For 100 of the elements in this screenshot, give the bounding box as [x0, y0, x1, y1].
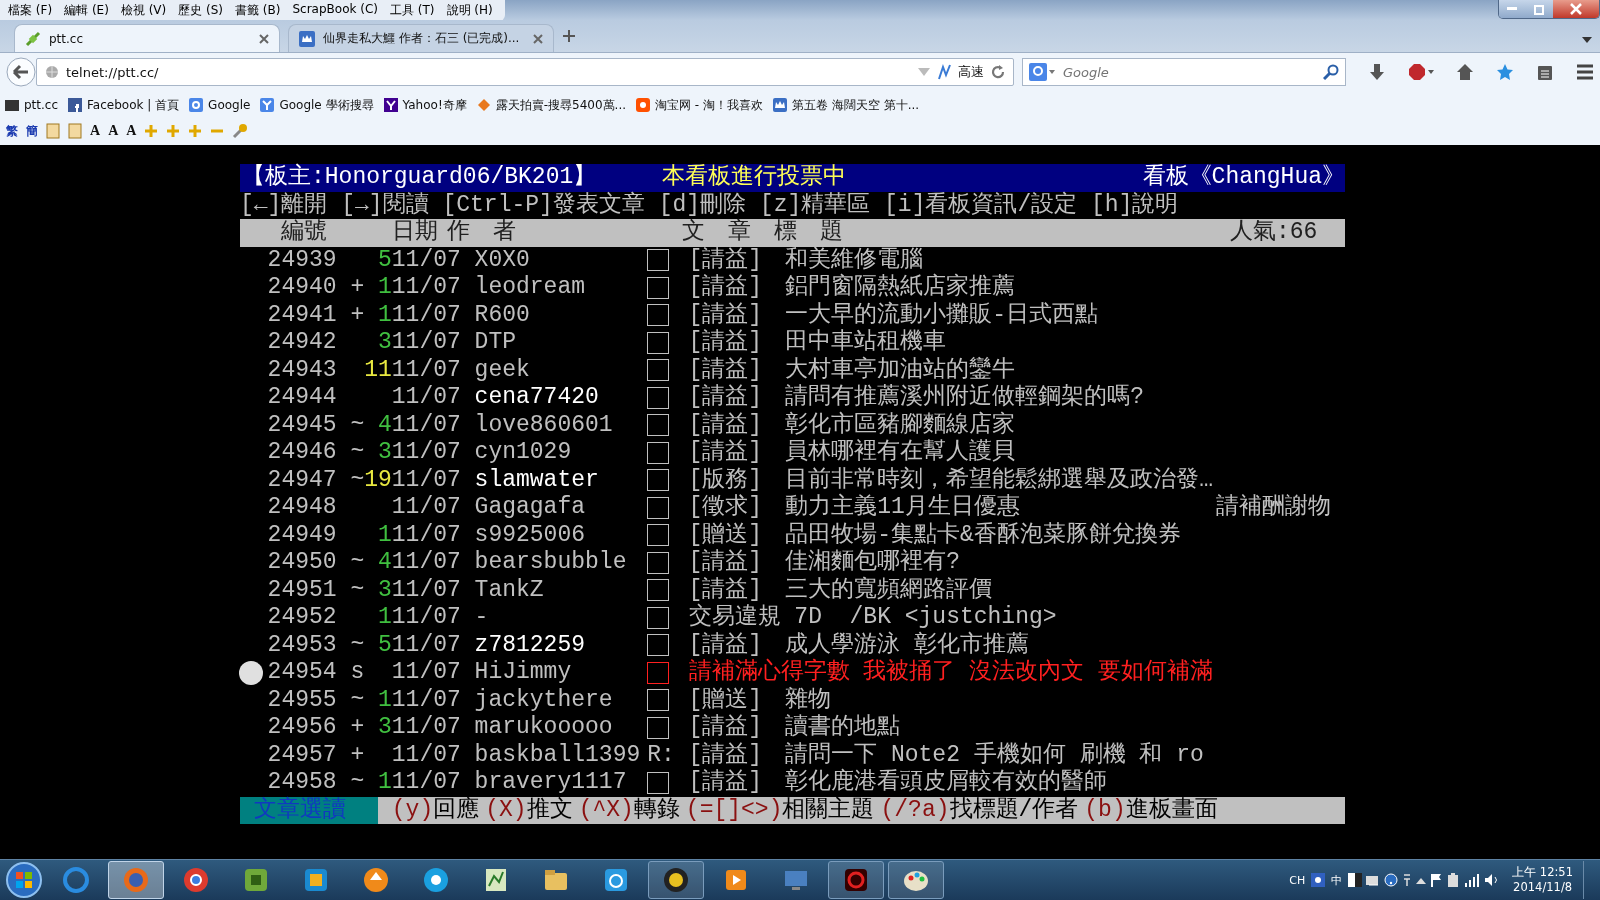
checkbox-square — [647, 524, 670, 547]
post-title: 讀書的地點 — [785, 714, 901, 742]
convert-button[interactable]: 繁 — [6, 122, 18, 140]
app-icon — [602, 866, 630, 894]
contrast-icon[interactable] — [1348, 873, 1363, 887]
star-icon[interactable] — [1496, 63, 1514, 81]
browser-tab[interactable]: ptt.cc — [14, 24, 280, 52]
stop-sign-icon[interactable] — [1408, 63, 1434, 81]
menu-item[interactable]: 說明 (H) — [440, 1, 499, 20]
post-number: 24940 — [267, 274, 338, 302]
post-title: 佳湘麵包哪裡有? — [785, 549, 960, 576]
battery-icon[interactable] — [1446, 873, 1461, 887]
signal-icon[interactable] — [1464, 873, 1481, 887]
post-date: 11/07 — [391, 246, 462, 274]
start-button[interactable] — [4, 860, 44, 900]
menu-item[interactable]: 工具 (T) — [384, 1, 441, 20]
url-text: telnet://ptt.cc/ — [66, 64, 159, 80]
flag-icon[interactable] — [1430, 873, 1443, 887]
post-author: bearsbubble — [474, 549, 628, 577]
post-category: [版務] — [688, 466, 764, 494]
caret-icon[interactable] — [1582, 37, 1592, 43]
app-icon — [842, 866, 870, 894]
push-count: 1 — [377, 686, 392, 714]
font-size-button[interactable]: A — [108, 123, 119, 139]
close-button[interactable] — [1553, 0, 1599, 18]
checkbox-square — [647, 579, 670, 602]
wrench-icon[interactable] — [232, 123, 249, 139]
menu-item[interactable]: 檔案 (F) — [2, 1, 59, 20]
screen-icon[interactable] — [1366, 873, 1381, 887]
browser-tab[interactable]: 仙界走私大鱷 作者：石三 (已完成)... — [288, 24, 554, 52]
clipboard-icon[interactable] — [1536, 63, 1554, 81]
post-author: slamwater — [474, 466, 600, 494]
post-number: 24943 — [267, 356, 338, 384]
post-number: 24948 — [267, 494, 338, 522]
clock[interactable]: 上午 12:51 2014/11/8 — [1512, 865, 1573, 895]
menu-item[interactable]: 編輯 (E) — [58, 1, 115, 20]
post-number: 24958 — [267, 769, 338, 796]
menu-item[interactable]: ScrapBook (C) — [286, 1, 384, 20]
bookmark[interactable]: Google 學術搜尋 — [260, 96, 374, 114]
post-category: [請益] — [688, 741, 764, 769]
bookmark[interactable]: Facebook | 首頁 — [68, 96, 180, 114]
bookmark[interactable]: Google — [189, 98, 251, 112]
font-size-button[interactable]: A — [126, 123, 137, 139]
tab-label: ptt.cc — [49, 31, 85, 46]
post-category: [贈送] — [688, 686, 764, 714]
search-engine-icon[interactable] — [1029, 63, 1055, 81]
bookmark-icon — [68, 98, 83, 112]
menu-icon[interactable] — [1576, 63, 1594, 81]
command-label: 回應 — [433, 796, 480, 824]
vote-notice: 本看板進行投票中 — [662, 164, 847, 192]
home-icon[interactable] — [1456, 63, 1474, 81]
crown-icon — [299, 30, 315, 47]
back-button[interactable] — [6, 57, 36, 87]
plug-icon — [25, 30, 41, 47]
taskbar-button[interactable] — [888, 861, 944, 899]
push-count: 1 — [377, 521, 392, 549]
plus-icon[interactable] — [562, 29, 576, 43]
mode-label: 文章選讀 — [240, 796, 378, 824]
post-mark: ~ — [350, 631, 365, 659]
post-date: 11/07 — [391, 604, 462, 632]
download-icon[interactable] — [1368, 63, 1386, 81]
search-icon[interactable] — [1323, 64, 1339, 80]
menu-item[interactable]: 歷史 (S) — [172, 1, 230, 20]
post-date: 11/07 — [391, 466, 462, 494]
reload-icon[interactable] — [991, 65, 1005, 79]
address-field[interactable]: telnet://ptt.cc/ 高速 — [36, 58, 1014, 86]
post-category: [請益] — [688, 439, 764, 467]
clock-time: 上午 12:51 — [1512, 865, 1573, 880]
key-hint: (^X) — [578, 796, 634, 824]
bookmark[interactable]: Yahoo!奇摩 — [383, 96, 467, 114]
post-date: 11/07 — [391, 411, 462, 439]
column-label: 日期 — [391, 219, 439, 247]
post-category: [徵求] — [688, 494, 764, 522]
checkbox-square — [647, 634, 670, 657]
checkbox-square — [647, 771, 670, 794]
close-icon[interactable] — [259, 33, 269, 44]
post-title: 目前非常時刻，希望能鬆綁選舉及政治發… — [785, 466, 1213, 493]
post-category: [請益] — [688, 411, 764, 439]
post-author: baskball1399 — [474, 741, 642, 769]
taskbar-button[interactable] — [828, 861, 884, 899]
search-bar[interactable]: Google — [1022, 58, 1346, 86]
font-size-button[interactable]: A — [90, 123, 101, 139]
monitor-icon — [5, 98, 19, 112]
keyboard-icon[interactable] — [1311, 873, 1326, 887]
menu-item[interactable]: 檢視 (V) — [114, 1, 173, 20]
post-number: 24945 — [267, 411, 338, 439]
help-icon[interactable] — [1384, 873, 1399, 887]
post-author: marukooooo — [474, 714, 614, 742]
post-author: cena77420 — [474, 384, 600, 412]
post-title: 鋁門窗隔熱紙店家推薦 — [785, 274, 1016, 301]
menu-item[interactable]: 書籤 (B) — [229, 1, 287, 20]
input-mode[interactable]: 中 — [1331, 872, 1343, 888]
tray-arrow-icon[interactable] — [1416, 876, 1427, 884]
bookmark[interactable]: ptt.cc — [5, 98, 59, 112]
language-indicator[interactable]: CH — [1289, 873, 1306, 887]
bookmark-icon — [636, 98, 651, 112]
close-icon[interactable] — [533, 33, 543, 44]
command-label: 轉錄 — [633, 796, 680, 824]
taskbar-button[interactable] — [648, 861, 704, 899]
convert-button[interactable]: 簡 — [26, 122, 38, 140]
